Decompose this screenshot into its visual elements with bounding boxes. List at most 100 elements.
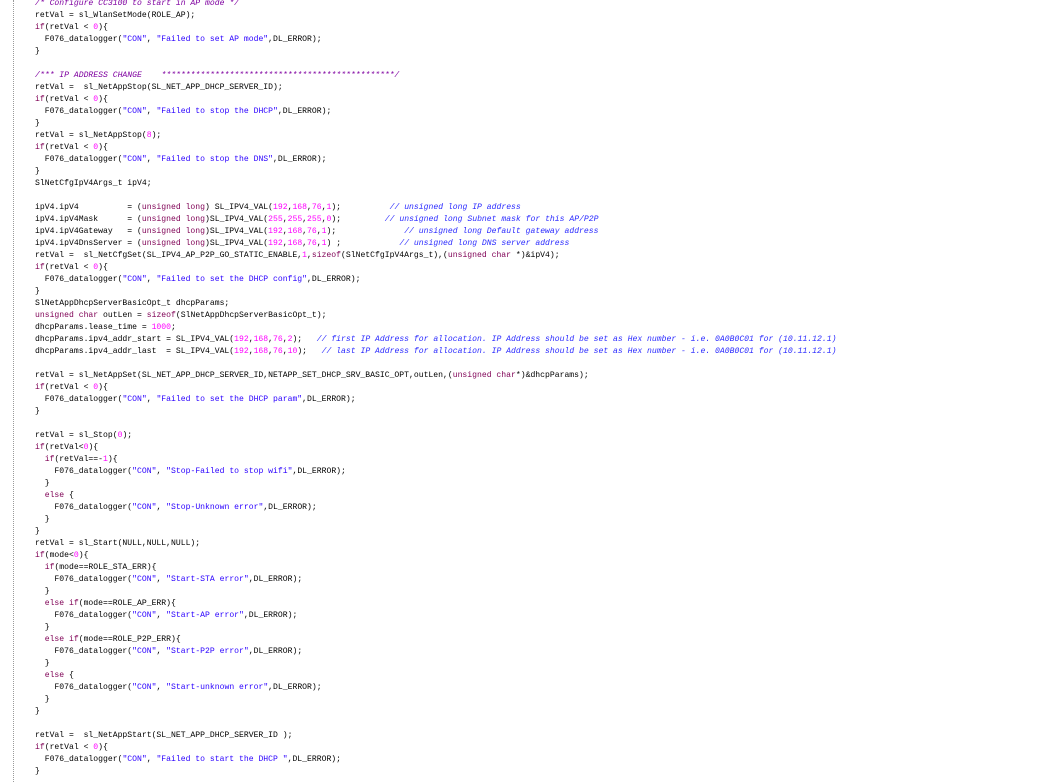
code-line[interactable]: } — [35, 286, 40, 298]
code-token-keyword: if — [35, 551, 45, 560]
code-line[interactable]: if(retVal<0){ — [35, 442, 98, 454]
code-token-plain: ){ — [98, 263, 108, 272]
code-token-keyword: unsigned long — [141, 203, 206, 212]
code-token-string: "CON" — [132, 683, 157, 692]
code-token-plain: (mode==ROLE_STA_ERR){ — [54, 563, 157, 572]
code-token-plain: ){ — [98, 383, 108, 392]
code-token-plain: ,DL_ERROR); — [273, 155, 327, 164]
code-token-plain: , — [146, 395, 157, 404]
code-line[interactable]: } — [35, 478, 50, 490]
code-line[interactable]: F076_datalogger("CON", "Failed to set AP… — [35, 34, 322, 46]
code-editor[interactable]: /* Configure CC3100 to start in AP mode … — [0, 0, 1050, 782]
code-line[interactable]: } — [35, 118, 40, 130]
code-line[interactable]: F076_datalogger("CON", "Start-STA error"… — [35, 574, 302, 586]
code-line[interactable]: F076_datalogger("CON", "Failed to stop t… — [35, 106, 332, 118]
code-token-plain: } — [35, 287, 40, 296]
code-line[interactable]: dhcpParams.lease_time = 1000; — [35, 322, 176, 334]
code-token-string: "Failed to set the DHCP param" — [156, 395, 303, 404]
code-line[interactable]: dhcpParams.ipv4_addr_start = SL_IPV4_VAL… — [35, 334, 836, 346]
code-token-plain: { — [64, 671, 74, 680]
code-line[interactable]: if(retVal < 0){ — [35, 94, 108, 106]
fold-margin[interactable] — [0, 0, 13, 782]
code-line[interactable]: else { — [35, 670, 74, 682]
code-line[interactable]: F076_datalogger("CON", "Failed to set th… — [35, 394, 356, 406]
code-line[interactable]: F076_datalogger("CON", "Failed to set th… — [35, 274, 361, 286]
code-line[interactable]: ipV4.ipV4DnsServer = (unsigned long)SL_I… — [35, 238, 569, 250]
code-line[interactable]: retVal = sl_Start(NULL,NULL,NULL); — [35, 538, 200, 550]
code-line[interactable]: } — [35, 406, 40, 418]
code-token-plain: } — [35, 407, 40, 416]
code-token-plain: , — [156, 611, 167, 620]
code-line[interactable]: F076_datalogger("CON", "Failed to start … — [35, 754, 341, 766]
code-line[interactable]: if(retVal < 0){ — [35, 382, 108, 394]
code-line[interactable]: } — [35, 46, 40, 58]
code-line[interactable]: } — [35, 706, 40, 718]
code-token-plain: ){ — [78, 551, 89, 560]
code-token-plain: } — [35, 167, 40, 176]
code-token-plain: (retVal < — [44, 143, 94, 152]
code-line[interactable]: } — [35, 622, 50, 634]
code-token-plain: , — [146, 275, 157, 284]
code-line[interactable]: ipV4.ipV4Mask = (unsigned long)SL_IPV4_V… — [35, 214, 599, 226]
code-token-keyword: unsigned long — [141, 239, 206, 248]
code-token-plain: retVal = sl_NetAppStop(SL_NET_APP_DHCP_S… — [35, 83, 283, 92]
code-line[interactable]: } — [35, 586, 50, 598]
code-line[interactable]: /* Configure CC3100 to start in AP mode … — [35, 0, 239, 10]
code-line[interactable]: } — [35, 166, 40, 178]
code-token-keyword: if — [44, 563, 55, 572]
code-token-string: "Failed to start the DHCP " — [156, 755, 288, 764]
code-token-plain: } — [35, 587, 50, 596]
code-line[interactable]: if(retVal < 0){ — [35, 742, 108, 754]
code-line[interactable]: retVal = sl_NetAppStop(8); — [35, 130, 161, 142]
code-token-plain: F076_datalogger( — [35, 611, 133, 620]
code-line[interactable]: retVal = sl_NetAppStop(SL_NET_APP_DHCP_S… — [35, 82, 283, 94]
code-line[interactable]: dhcpParams.ipv4_addr_last = SL_IPV4_VAL(… — [35, 346, 836, 358]
code-line[interactable]: else { — [35, 490, 74, 502]
code-line[interactable]: if(mode<0){ — [35, 550, 88, 562]
code-line[interactable]: F076_datalogger("CON", "Stop-Unknown err… — [35, 502, 316, 514]
code-line[interactable]: retVal = sl_NetAppSet(SL_NET_APP_DHCP_SE… — [35, 370, 589, 382]
code-line[interactable]: SlNetCfgIpV4Args_t ipV4; — [35, 178, 152, 190]
code-token-plain: , — [146, 155, 157, 164]
code-token-number: 192 — [234, 347, 249, 356]
code-token-plain: } — [35, 479, 50, 488]
code-line[interactable]: F076_datalogger("CON", "Failed to stop t… — [35, 154, 327, 166]
code-line[interactable]: if(retVal==-1){ — [35, 454, 118, 466]
code-token-plain: (mode==ROLE_AP_ERR){ — [78, 599, 176, 608]
code-line[interactable]: F076_datalogger("CON", "Start-unknown er… — [35, 682, 321, 694]
code-line[interactable]: if(mode==ROLE_STA_ERR){ — [35, 562, 157, 574]
code-line[interactable]: ipV4.ipV4 = (unsigned long) SL_IPV4_VAL(… — [35, 202, 521, 214]
code-token-plain: F076_datalogger( — [35, 155, 123, 164]
code-line[interactable]: SlNetAppDhcpServerBasicOpt_t dhcpParams; — [35, 298, 229, 310]
code-line[interactable]: } — [35, 514, 50, 526]
code-token-plain: (retVal < — [44, 743, 94, 752]
code-line[interactable]: } — [35, 766, 40, 778]
code-line[interactable]: F076_datalogger("CON", "Stop-Failed to s… — [35, 466, 345, 478]
code-line[interactable]: retVal = sl_NetCfgSet(SL_IPV4_AP_P2P_GO_… — [35, 250, 560, 262]
code-line[interactable]: retVal = sl_WlanSetMode(ROLE_AP); — [35, 10, 195, 22]
code-token-plain: } — [35, 707, 40, 716]
code-token-string: "CON" — [122, 107, 147, 116]
code-line[interactable]: if(retVal < 0){ — [35, 142, 108, 154]
code-line[interactable]: retVal = sl_Stop(0); — [35, 430, 132, 442]
code-token-plain: (retVal < — [44, 383, 94, 392]
code-line[interactable]: F076_datalogger("CON", "Start-AP error",… — [35, 610, 297, 622]
code-line[interactable]: else if(mode==ROLE_P2P_ERR){ — [35, 634, 181, 646]
code-line[interactable]: } — [35, 694, 50, 706]
code-line[interactable]: unsigned char outLen = sizeof(SlNetAppDh… — [35, 310, 326, 322]
code-token-doc: // first IP Address for allocation. IP A… — [316, 335, 837, 344]
code-line[interactable]: } — [35, 526, 40, 538]
code-line[interactable]: } — [35, 658, 50, 670]
code-line[interactable]: if(retVal < 0){ — [35, 22, 108, 34]
code-token-string: "CON" — [132, 503, 157, 512]
code-line[interactable]: /*** IP ADDRESS CHANGE *****************… — [35, 70, 399, 82]
code-line[interactable]: retVal = sl_NetAppStart(SL_NET_APP_DHCP_… — [35, 730, 292, 742]
code-line[interactable]: F076_datalogger("CON", "Start-P2P error"… — [35, 646, 302, 658]
code-token-plain: ipV4.ipV4 = ( — [35, 203, 142, 212]
code-token-plain: )SL_IPV4_VAL( — [205, 239, 269, 248]
code-line[interactable]: ipV4.ipV4Gateway = (unsigned long)SL_IPV… — [35, 226, 599, 238]
code-token-keyword: else if — [44, 599, 79, 608]
code-line[interactable]: else if(mode==ROLE_AP_ERR){ — [35, 598, 176, 610]
code-area[interactable]: /* Configure CC3100 to start in AP mode … — [35, 0, 1047, 782]
code-line[interactable]: if(retVal < 0){ — [35, 262, 108, 274]
